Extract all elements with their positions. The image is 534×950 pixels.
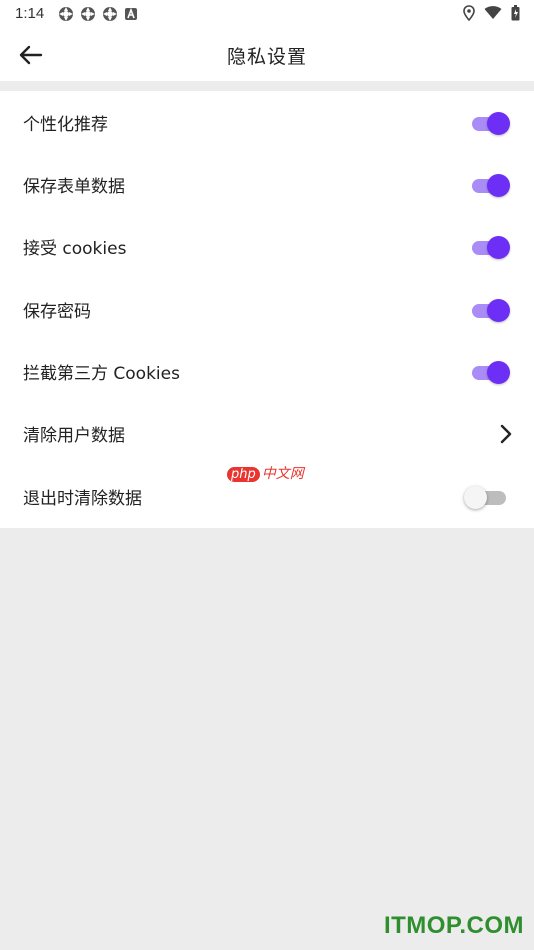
itmop-watermark: ITMOP.COM [383, 912, 524, 939]
status-icons-left [58, 6, 138, 22]
header-divider [0, 81, 534, 91]
setting-clear-user-data[interactable]: 清除用户数据 [0, 402, 534, 464]
toggle-thumb [487, 361, 510, 384]
setting-label: 清除用户数据 [23, 426, 125, 446]
a-badge-icon [125, 7, 137, 20]
setting-save-form-data[interactable]: 保存表单数据 [0, 153, 534, 215]
location-icon [463, 5, 475, 21]
php-watermark: php 中文网 [227, 463, 304, 483]
clear-data-on-exit-toggle[interactable] [464, 486, 508, 509]
toggle-thumb [487, 174, 510, 197]
sync-icon [81, 7, 95, 21]
setting-block-third-party-cookies[interactable]: 拦截第三方 Cookies [0, 340, 534, 402]
toggle-thumb [487, 236, 510, 259]
personalized-recommendation-toggle[interactable] [470, 112, 510, 135]
setting-label: 个性化推荐 [23, 115, 108, 135]
wifi-icon [484, 6, 502, 20]
setting-label: 接受 cookies [23, 239, 127, 259]
php-watermark-text: 中文网 [261, 466, 304, 482]
setting-label: 退出时清除数据 [23, 489, 142, 509]
page-title: 隐私设置 [226, 46, 307, 68]
status-icons-right [463, 5, 520, 21]
accept-cookies-toggle[interactable] [470, 236, 510, 259]
save-passwords-toggle[interactable] [470, 299, 510, 322]
chevron-right-icon [500, 424, 512, 444]
toggle-thumb [487, 112, 510, 135]
setting-label: 保存表单数据 [23, 177, 125, 197]
sync-icon [59, 7, 73, 21]
status-bar: 1:14 [0, 0, 534, 28]
app-bar: 隐私设置 [0, 28, 534, 81]
save-form-data-toggle[interactable] [470, 174, 510, 197]
setting-label: 拦截第三方 Cookies [23, 364, 180, 384]
sync-icon [103, 7, 117, 21]
php-logo: php [227, 467, 260, 482]
setting-personalized-recommendation[interactable]: 个性化推荐 [0, 91, 534, 153]
setting-accept-cookies[interactable]: 接受 cookies [0, 215, 534, 277]
block-third-party-cookies-toggle[interactable] [470, 361, 510, 384]
status-time: 1:14 [15, 5, 45, 22]
battery-icon [511, 5, 520, 21]
toggle-thumb [464, 486, 487, 509]
setting-label: 保存密码 [23, 302, 91, 322]
setting-save-passwords[interactable]: 保存密码 [0, 278, 534, 340]
toggle-thumb [487, 299, 510, 322]
